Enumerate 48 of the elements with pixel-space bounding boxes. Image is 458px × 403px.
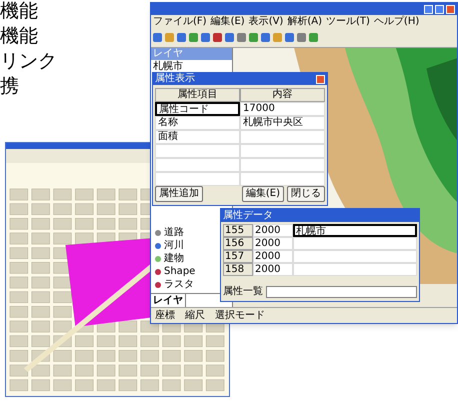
panel-tab[interactable]: レイヤ — [151, 294, 186, 307]
window-title: 属性データ — [223, 210, 273, 222]
table-cell: 2000 — [253, 263, 293, 276]
caption-text: リンク — [0, 50, 57, 72]
caption-text: 携 — [0, 75, 20, 97]
table-cell: 札幌市 — [293, 224, 417, 237]
layer-item[interactable]: Shape — [164, 265, 196, 278]
column-header: 内容 — [240, 88, 325, 102]
row-header: 158 — [223, 263, 253, 276]
menu-item[interactable]: 表示(V) — [248, 16, 284, 28]
column-header: 属性項目 — [155, 88, 240, 102]
table-cell: 面積 — [155, 130, 240, 144]
table-cell: 名称 — [155, 116, 240, 130]
dialog-button[interactable]: 閉じる — [287, 186, 325, 202]
caption-text: 機能 — [0, 0, 39, 22]
close-icon[interactable] — [316, 74, 325, 84]
table-cell: 2000 — [253, 250, 293, 263]
menu-item[interactable]: ヘルプ(H) — [374, 16, 420, 28]
status-text: 座標 — [155, 310, 175, 322]
table-cell: 属性コード — [155, 102, 240, 116]
footer-label: 属性一覧 — [223, 286, 263, 298]
layer-item[interactable]: 河川 — [164, 239, 184, 252]
layer-item[interactable]: 道路 — [164, 226, 184, 239]
close-icon[interactable] — [446, 4, 455, 14]
maximize-icon[interactable] — [435, 4, 444, 14]
row-header: 157 — [223, 250, 253, 263]
row-header: 156 — [223, 237, 253, 250]
table-cell: 2000 — [253, 237, 293, 250]
status-text: 縮尺 — [185, 310, 205, 322]
minimize-icon[interactable] — [424, 4, 433, 14]
panel-title: レイヤ — [151, 48, 232, 60]
dialog-button[interactable]: 属性追加 — [155, 186, 203, 202]
status-text: 選択モード — [215, 310, 265, 322]
table-cell: 17000 — [240, 102, 325, 116]
layer-item[interactable]: 建物 — [164, 252, 184, 265]
dialog-button[interactable]: 編集(E) — [242, 186, 284, 202]
layer-item[interactable]: ラスタ — [164, 278, 194, 291]
caption-text: 機能 — [0, 25, 39, 47]
footer-field[interactable] — [266, 286, 417, 298]
row-header: 155 — [223, 224, 253, 237]
menu-item[interactable]: 解析(A) — [287, 16, 322, 28]
table-cell: 2000 — [253, 224, 293, 237]
tree-item[interactable]: 札幌市 — [151, 60, 232, 73]
table-cell: 札幌市中央区 — [240, 116, 325, 130]
menu-item[interactable]: ツール(T) — [326, 16, 370, 28]
dialog-title: 属性表示 — [155, 73, 195, 85]
menu-item[interactable]: ファイル(F) — [153, 16, 207, 28]
menu-item[interactable]: 編集(E) — [210, 16, 245, 28]
